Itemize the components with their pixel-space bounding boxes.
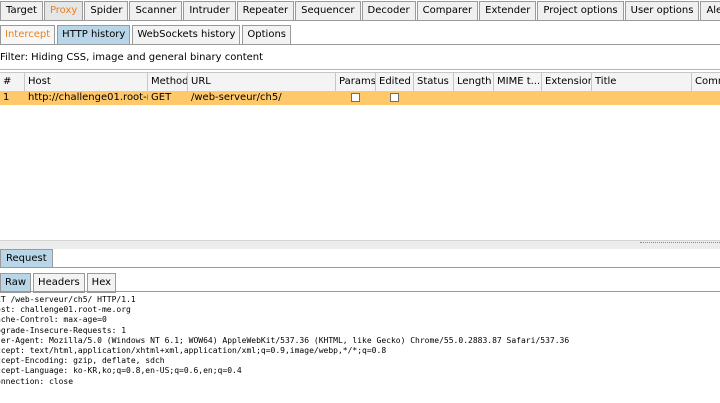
table-row[interactable]: 1 http://challenge01.root-me... GET /web…: [0, 91, 720, 105]
row-url: /web-serveur/ch5/: [191, 92, 282, 103]
splitter-grip[interactable]: [640, 242, 720, 246]
tab-headers[interactable]: Headers: [33, 273, 85, 293]
proxy-sub-tab-bar: Intercept HTTP history WebSockets histor…: [0, 21, 720, 46]
col-header-comment[interactable]: Comm: [692, 73, 720, 91]
tab-raw[interactable]: Raw: [0, 273, 32, 293]
filter-bar[interactable]: Filter: Hiding CSS, image and general bi…: [0, 52, 263, 63]
history-table: # Host Method URL Params Edited Status L…: [0, 72, 720, 242]
col-header-status[interactable]: Status: [414, 73, 454, 91]
col-header-title[interactable]: Title: [592, 73, 692, 91]
raw-request-text[interactable]: ET /web-serveur/ch5/ HTTP/1.1 ost: chall…: [0, 295, 569, 387]
edited-checkbox[interactable]: [390, 93, 399, 102]
tab-request[interactable]: Request: [0, 249, 53, 268]
col-header-method[interactable]: Method: [148, 73, 188, 91]
request-line: ost: challenge01.root-me.org: [0, 305, 131, 315]
tab-options[interactable]: Options: [242, 25, 291, 45]
tab-repeater[interactable]: Repeater: [236, 1, 295, 20]
request-line: onnection: close: [0, 376, 74, 386]
request-line: ET /web-serveur/ch5/ HTTP/1.1: [0, 295, 136, 304]
tab-sequencer[interactable]: Sequencer: [295, 1, 361, 20]
request-view-tabs: Raw Headers Hex: [0, 273, 118, 293]
table-header: # Host Method URL Params Edited Status L…: [0, 72, 720, 92]
col-header-number[interactable]: #: [0, 73, 25, 91]
col-header-params[interactable]: Params: [336, 73, 376, 91]
col-header-url[interactable]: URL: [188, 73, 336, 91]
col-header-length[interactable]: Length: [454, 73, 494, 91]
col-header-edited[interactable]: Edited: [376, 73, 414, 91]
request-line: ccept-Language: ko-KR,ko;q=0.8,en-US;q=0…: [0, 366, 242, 376]
tab-target[interactable]: Target: [0, 1, 43, 20]
col-header-host[interactable]: Host: [25, 73, 148, 91]
tab-http-history[interactable]: HTTP history: [57, 25, 131, 45]
request-line: ser-Agent: Mozilla/5.0 (Windows NT 6.1; …: [0, 335, 570, 345]
params-checkbox[interactable]: [351, 93, 360, 102]
tab-user-options[interactable]: User options: [624, 1, 700, 20]
tab-extender[interactable]: Extender: [479, 1, 537, 20]
tab-hex[interactable]: Hex: [86, 273, 117, 293]
tab-alerts[interactable]: Alerts: [700, 1, 720, 20]
tab-project-options[interactable]: Project options: [537, 1, 624, 20]
row-method: GET: [151, 92, 172, 103]
col-header-extension[interactable]: Extension: [542, 73, 592, 91]
request-line: pgrade-Insecure-Requests: 1: [0, 325, 127, 335]
main-tab-bar: Target Proxy Spider Scanner Intruder Rep…: [0, 0, 720, 21]
request-line: ache-Control: max-age=0: [0, 315, 107, 325]
tab-intruder[interactable]: Intruder: [183, 1, 236, 20]
divider: [0, 69, 720, 70]
tab-spider[interactable]: Spider: [84, 1, 129, 20]
divider: [0, 267, 720, 268]
tab-intercept[interactable]: Intercept: [0, 25, 56, 45]
tab-proxy[interactable]: Proxy: [43, 1, 84, 20]
pane-splitter[interactable]: [0, 240, 720, 249]
col-header-mime-type[interactable]: MIME t...: [494, 73, 542, 91]
tab-comparer[interactable]: Comparer: [416, 1, 479, 20]
request-line: ccept-Encoding: gzip, deflate, sdch: [0, 356, 165, 366]
tab-scanner[interactable]: Scanner: [129, 1, 183, 20]
request-line: ccept: text/html,application/xhtml+xml,a…: [0, 346, 387, 356]
divider: [0, 291, 720, 292]
row-host: http://challenge01.root-me...: [28, 92, 148, 103]
row-number: 1: [3, 92, 10, 103]
divider: [0, 44, 720, 45]
tab-websockets-history[interactable]: WebSockets history: [132, 25, 241, 45]
tab-decoder[interactable]: Decoder: [361, 1, 416, 20]
